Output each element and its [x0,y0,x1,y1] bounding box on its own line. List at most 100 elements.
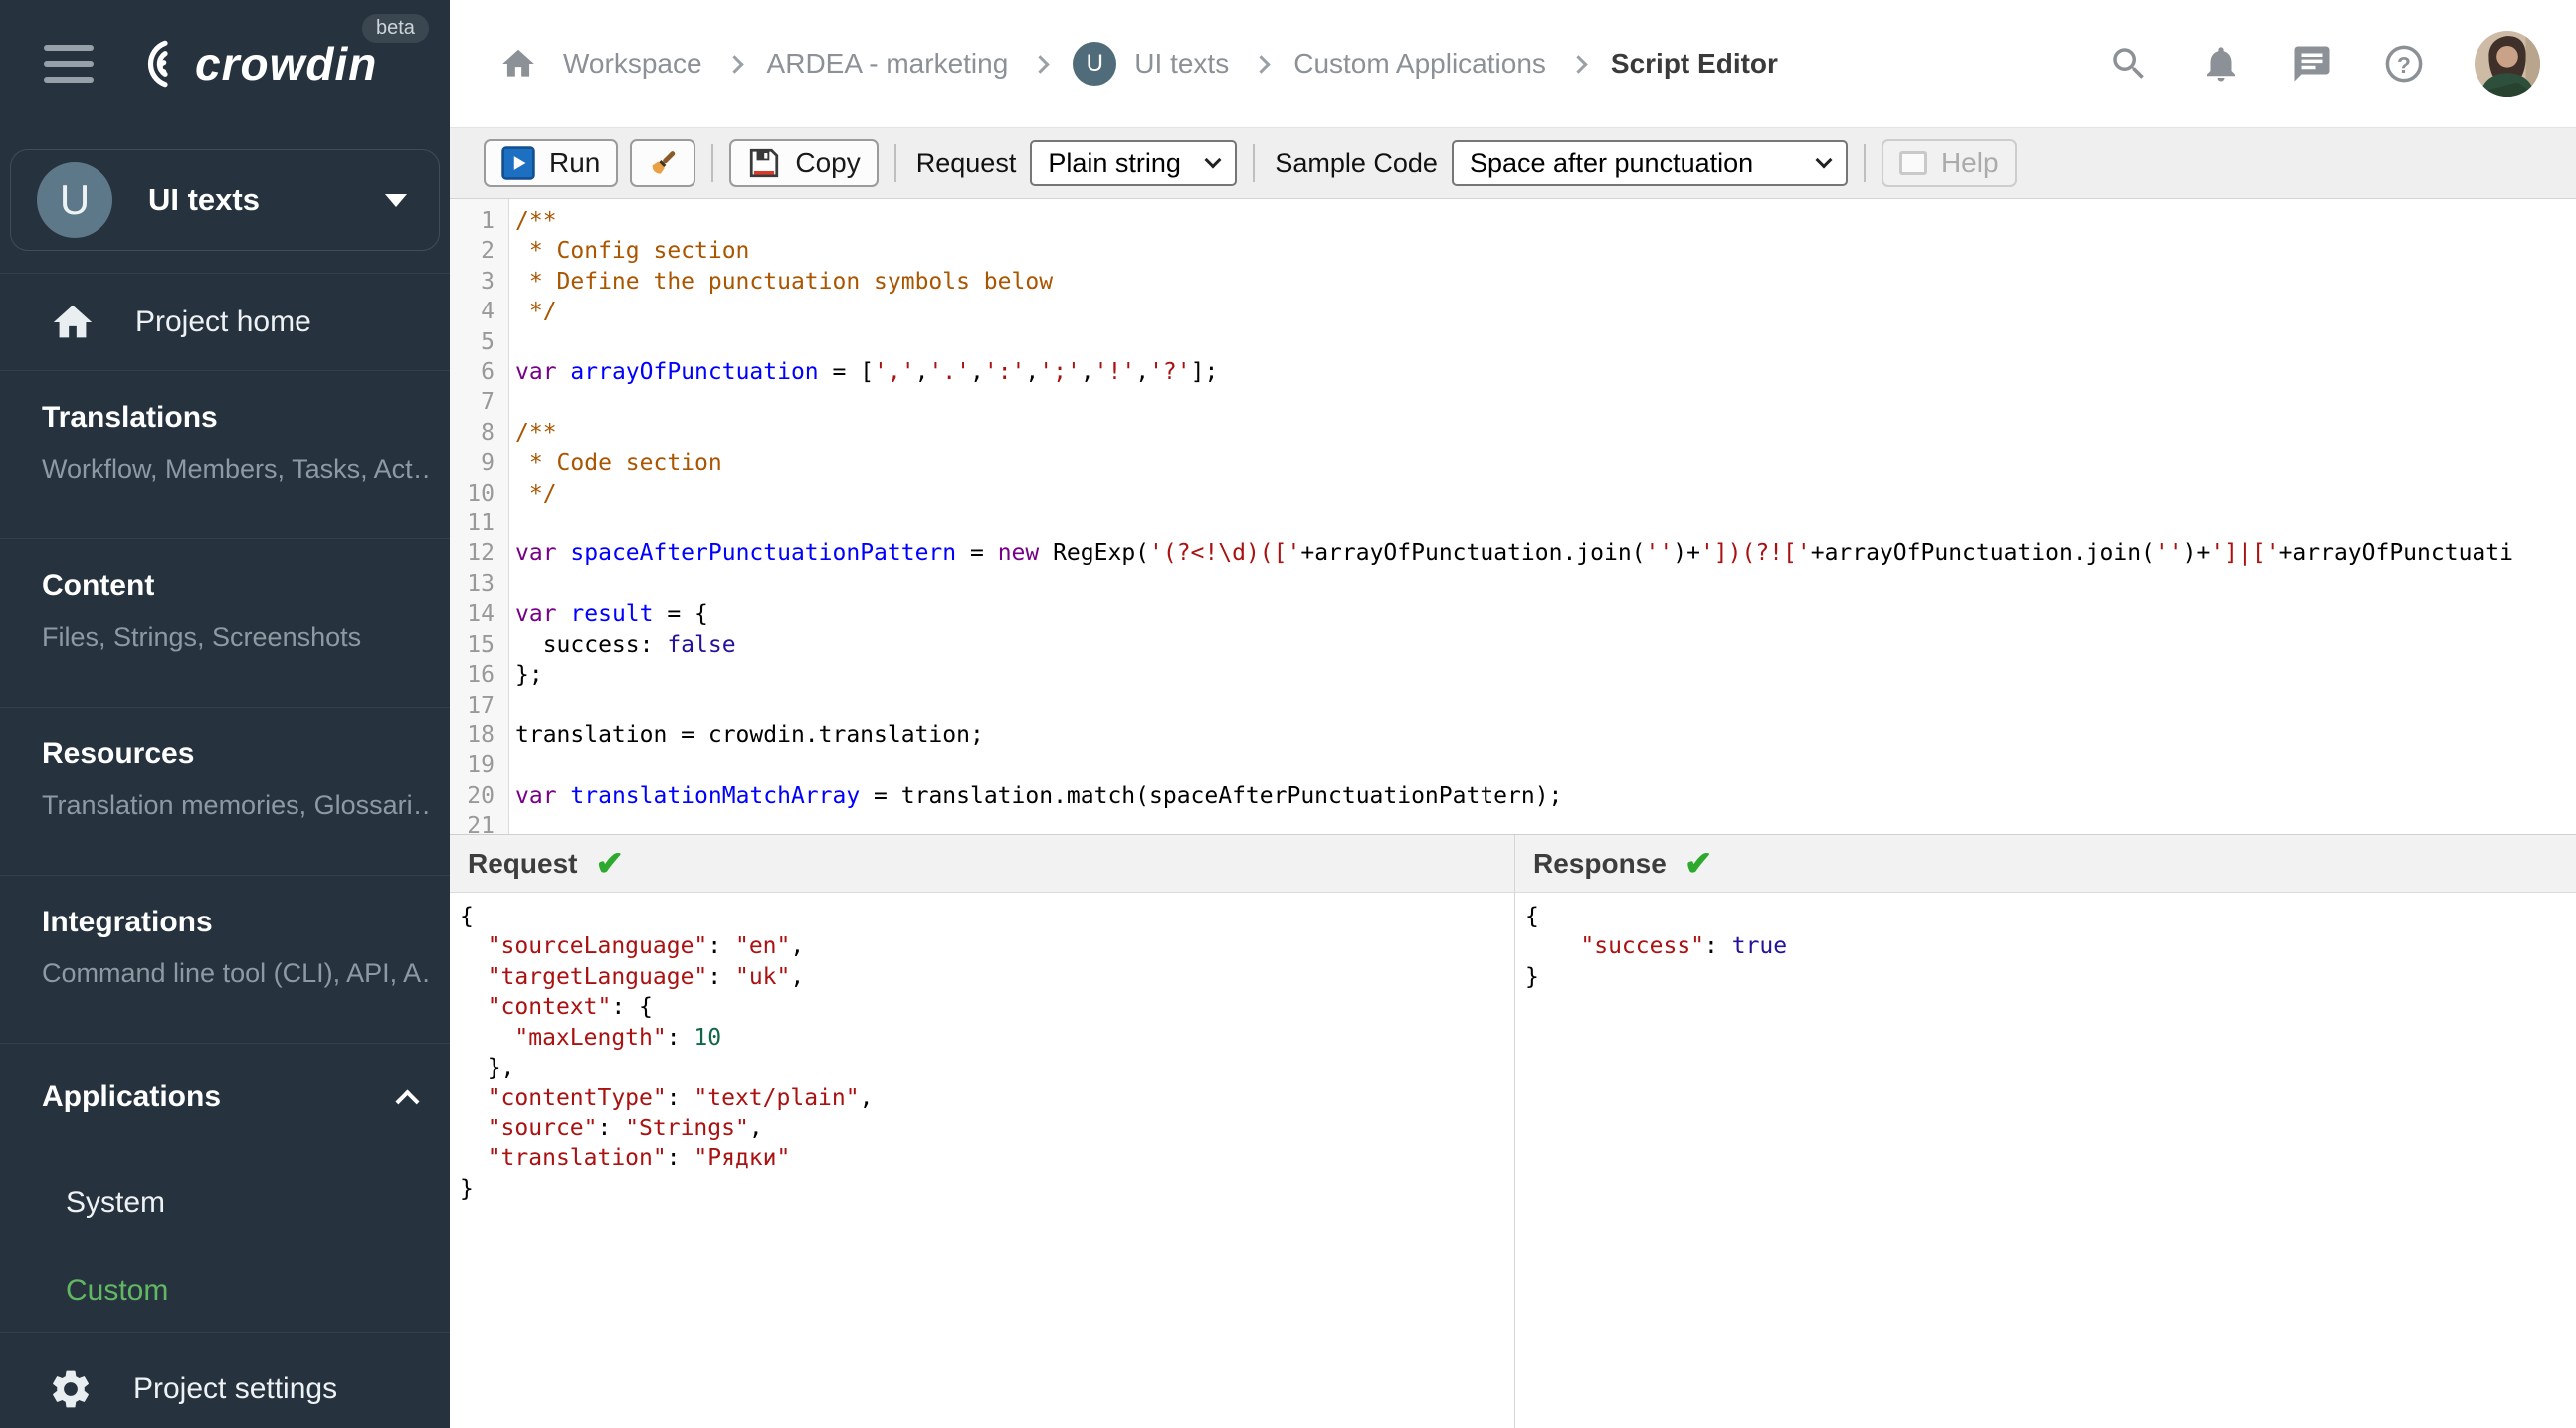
brush-icon [646,146,680,180]
code-token: '' [1645,540,1674,567]
breadcrumb-item-label: ARDEA - marketing [766,48,1009,79]
crowdin-logo[interactable]: crowdin [125,33,377,95]
run-button-label: Run [549,147,601,178]
request-type-select[interactable]: Plain string [1030,140,1238,186]
sidebar-item-content[interactable]: Content Files, Strings, Screenshots [0,539,450,707]
user-avatar[interactable] [2475,31,2540,97]
chevron-down-icon [1204,151,1222,169]
notifications-bell-icon[interactable] [2200,43,2242,85]
sidebar-section-subtitle: Command line tool (CLI), API, A… [42,958,430,988]
applications-item-custom[interactable]: Custom [66,1247,416,1334]
breadcrumb-item-script-editor: Script Editor [1611,48,1778,80]
code-token: false [667,631,736,658]
home-icon [50,300,96,345]
project-name: UI texts [148,182,260,217]
request-json-line: "source": "Strings", [460,1114,1514,1143]
copy-button[interactable]: Copy [729,139,879,187]
code-token: : [666,1085,694,1112]
sidebar-item-resources[interactable]: Resources Translation memories, Glossari… [0,708,450,875]
code-token: ';' [1039,359,1081,386]
breadcrumb-item-workspace[interactable]: Workspace [563,48,702,80]
applications-header[interactable]: Applications [42,1080,420,1114]
request-json-line: "translation": "Рядки" [460,1143,1514,1173]
response-panel-header: Response ✔ [1515,835,2576,893]
line-number: 13 [467,570,495,597]
search-icon[interactable] [2108,43,2150,85]
sidebar-section-subtitle: Workflow, Members, Tasks, Act… [42,454,430,484]
sidebar-item-integrations[interactable]: Integrations Command line tool (CLI), API… [0,876,450,1043]
sidebar: crowdin beta U UI texts Project home Tra… [0,0,450,1428]
code-token: , [970,359,984,386]
request-panel-header: Request ✔ [450,835,1515,893]
request-select-label: Request [915,147,1017,178]
line-number: 14 [467,601,495,628]
code-token: )+ [2182,540,2211,567]
code-token: "contentType" [487,1085,667,1112]
menu-icon[interactable] [44,45,94,83]
toolbar-separator [1863,144,1866,182]
code-token: /** [515,419,557,446]
code-token: , [859,1085,874,1112]
chevron-down-icon [1815,151,1833,169]
chevron-right-icon [724,54,744,74]
code-token: "en" [734,933,791,960]
chevron-right-icon [1569,54,1588,74]
help-icon[interactable]: ? [2383,43,2425,85]
code-token: +arrayOfPunctuation.join( [1300,540,1646,567]
run-button[interactable]: Run [484,139,619,187]
messages-icon[interactable] [2291,43,2333,85]
code-editor[interactable]: 1 2 3 4 5 6 7 8 9 10 11 12 13 14 15 16 17 18 19 20 21 /** * … [450,199,2576,834]
code-token: '!' [1093,359,1136,386]
code-token: , [790,963,805,990]
sidebar-item-project-settings[interactable]: Project settings [0,1333,450,1428]
chevron-right-icon [1031,54,1050,74]
code-token: '(?<!\d)([' [1149,540,1301,567]
request-success-check-icon: ✔ [595,844,624,883]
sidebar-item-translations[interactable]: Translations Workflow, Members, Tasks, Ac… [0,371,450,538]
gear-icon [48,1366,94,1412]
breadcrumb-item-ui-texts[interactable]: U UI texts [1073,42,1229,86]
code-token: = [956,540,998,567]
code-token: * Code section [515,450,722,477]
code-token: }; [515,662,543,689]
line-number: 18 [467,721,495,748]
chevron-right-icon [1252,54,1271,74]
code-token: "text/plain" [694,1085,860,1112]
code-token: ']|[' [2210,540,2279,567]
code-line: var spaceAfterPunctuationPattern = new R… [515,538,2576,568]
breadcrumb-item-custom-applications[interactable]: Custom Applications [1293,48,1546,80]
breadcrumb-item-ardea-marketing[interactable]: ARDEA - marketing [767,48,1009,80]
line-number: 21 [467,813,495,834]
sample-code-select[interactable]: Space after punctuation [1451,140,1848,186]
sidebar-item-label: Project settings [133,1372,338,1405]
code-token: +arrayOfPunctuati [2279,540,2513,567]
code-token: = translation.match(spaceAfterPunctuatio… [860,782,1563,809]
breadcrumb-project-avatar: U [1073,42,1117,86]
code-token: "success" [1580,933,1705,960]
code-token: true [1731,933,1788,960]
code-token: ':' [983,359,1026,386]
code-token: , [1135,359,1150,386]
clear-brush-button[interactable] [630,139,696,187]
response-json-line: "success": true [1525,931,2576,961]
applications-item-system[interactable]: System [66,1159,416,1247]
sidebar-item-project-home[interactable]: Project home [0,274,450,370]
request-json-editor[interactable]: { "sourceLanguage": "en", "targetLanguag… [450,893,1515,1428]
beta-badge: beta [362,14,429,43]
run-play-icon [501,146,535,180]
code-token: )+ [1673,540,1700,567]
code-line: */ [515,479,2576,509]
sidebar-section-title: Resources [42,737,195,770]
code-content[interactable]: /** * Config section * Define the punctu… [509,199,2576,834]
request-type-value: Plain string [1048,147,1181,178]
breadcrumb-home-icon[interactable] [499,45,537,83]
code-line: * Define the punctuation symbols below [515,267,2576,297]
request-json-line: "contentType": "text/plain", [460,1083,1514,1113]
logo-wordmark: crowdin [195,38,378,90]
sidebar-item-label: Project home [135,305,311,338]
project-switcher[interactable]: U UI texts [10,149,440,251]
